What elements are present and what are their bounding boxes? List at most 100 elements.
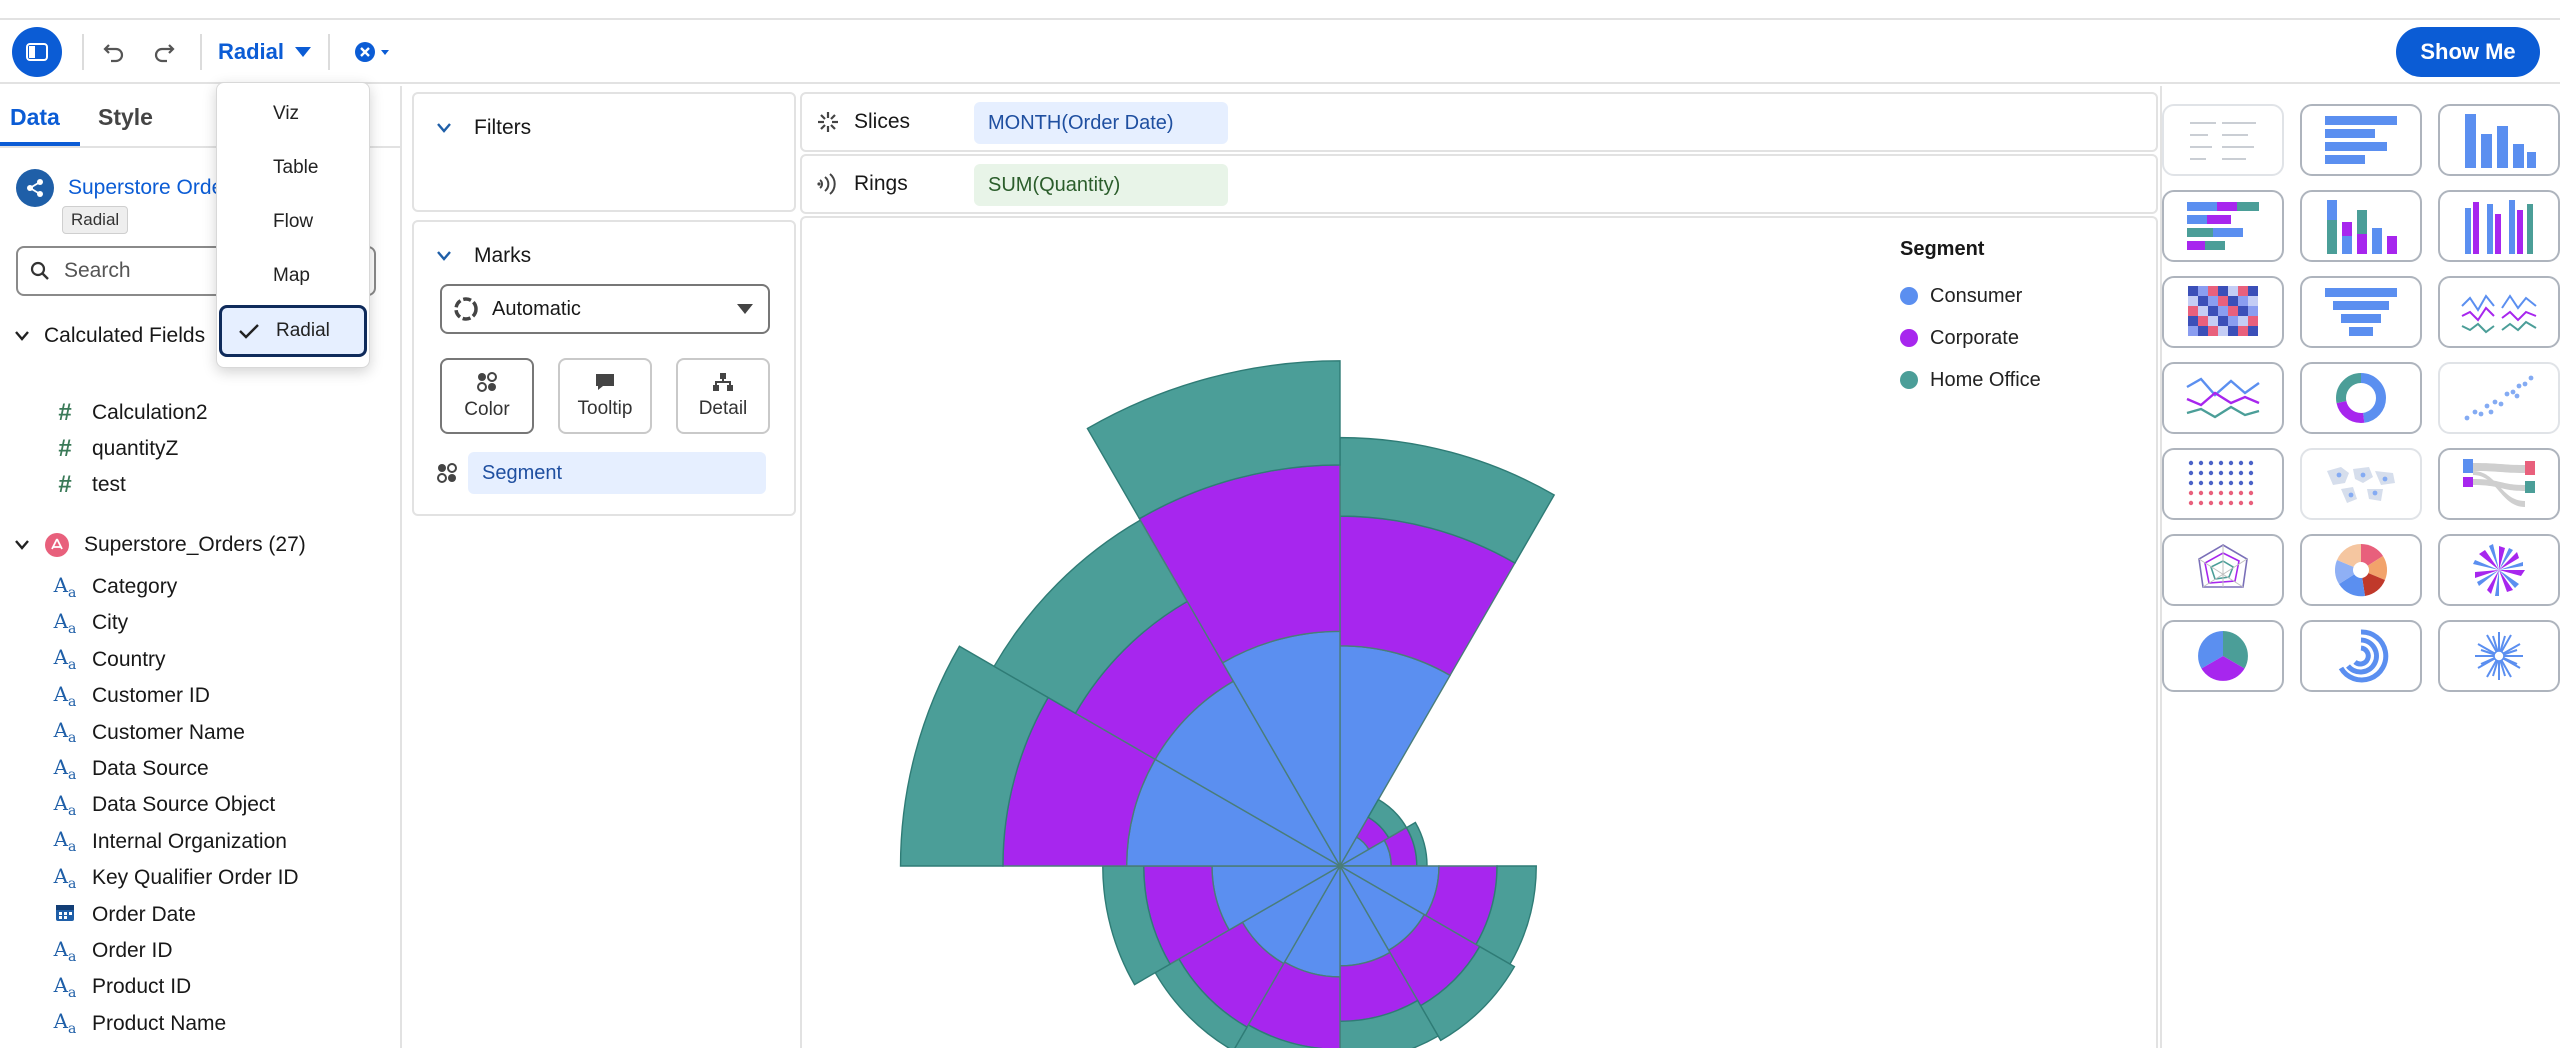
- tooltip-mark-button[interactable]: Tooltip: [558, 358, 652, 434]
- toolbar-divider: [82, 34, 84, 70]
- calculated-fields-title: Calculated Fields: [44, 324, 206, 347]
- viz-thumb-text-table[interactable]: [2162, 104, 2284, 176]
- undo-button[interactable]: [96, 34, 132, 70]
- viz-thumb-horizontal-bars[interactable]: [2300, 104, 2422, 176]
- menu-item-map[interactable]: Map: [273, 265, 310, 287]
- toolbar-divider: [200, 34, 202, 70]
- clear-menu-button[interactable]: [350, 34, 400, 70]
- calculated-fields-header[interactable]: Calculated Fields: [14, 324, 205, 348]
- filters-header[interactable]: Filters: [436, 116, 531, 140]
- field-item[interactable]: Aa Product ID: [52, 972, 192, 1002]
- field-label: Order ID: [92, 939, 173, 962]
- field-item[interactable]: Aa Customer Name: [52, 718, 245, 748]
- viz-thumb-stacked-vbars[interactable]: [2300, 190, 2422, 262]
- text-field-icon: Aa: [53, 972, 77, 1001]
- datasource-icon: [16, 169, 54, 207]
- multi-line-icon: [2461, 294, 2537, 334]
- viz-type-dropdown[interactable]: Radial: [218, 36, 312, 68]
- menu-item-radial-label: Radial: [276, 320, 330, 341]
- toggle-panel-button[interactable]: [12, 27, 62, 77]
- viz-thumb-scatter[interactable]: [2438, 362, 2560, 434]
- filters-card[interactable]: Filters: [412, 92, 796, 212]
- chart-canvas[interactable]: Segment Consumer Corporate Home Office: [800, 216, 2158, 1048]
- field-item[interactable]: # quantityZ: [52, 434, 178, 464]
- tab-style[interactable]: Style: [98, 104, 153, 131]
- viz-thumb-starburst[interactable]: [2438, 620, 2560, 692]
- field-item[interactable]: Aa Country: [52, 645, 166, 675]
- legend-swatch: [1900, 287, 1918, 305]
- scatter-icon: [2464, 375, 2534, 421]
- viz-thumb-radial-bar[interactable]: [2300, 620, 2422, 692]
- legend-item-consumer[interactable]: Consumer: [1900, 275, 2041, 317]
- viz-thumb-grouped-bars[interactable]: [2438, 190, 2560, 262]
- field-item[interactable]: Aa City: [52, 608, 129, 638]
- viz-thumb-radar[interactable]: [2162, 534, 2284, 606]
- segment-pill[interactable]: Segment: [468, 452, 766, 494]
- viz-thumb-sankey[interactable]: [2438, 448, 2560, 520]
- superstore-orders-header[interactable]: Superstore_Orders (27): [14, 532, 306, 558]
- datasource-selector[interactable]: Superstore Orde: [16, 168, 223, 208]
- color-mark-button[interactable]: Color: [440, 358, 534, 434]
- field-item[interactable]: # Calculation2: [52, 398, 208, 428]
- slices-shelf-label: Slices: [816, 110, 910, 134]
- field-item[interactable]: Aa Internal Organization: [52, 827, 287, 857]
- radial-bar-icon: [2338, 629, 2389, 683]
- text-field-icon: Aa: [53, 572, 77, 601]
- viz-thumb-heatmap[interactable]: [2162, 276, 2284, 348]
- legend-swatch: [1900, 329, 1918, 347]
- menu-item-viz[interactable]: Viz: [273, 103, 299, 125]
- menu-item-flow[interactable]: Flow: [273, 211, 313, 233]
- viz-thumb-polar-area[interactable]: [2300, 534, 2422, 606]
- marks-title: Marks: [474, 244, 532, 267]
- grouped-bar-icon: [2465, 200, 2533, 254]
- filters-title: Filters: [474, 116, 532, 139]
- viz-thumb-radial-burst[interactable]: [2438, 534, 2560, 606]
- clear-icon: [355, 42, 389, 62]
- field-item[interactable]: Aa Category: [52, 572, 178, 602]
- marks-header[interactable]: Marks: [436, 244, 531, 268]
- legend-item-corporate[interactable]: Corporate: [1900, 317, 2041, 359]
- tab-data[interactable]: Data: [10, 104, 60, 131]
- rings-field-pill[interactable]: SUM(Quantity): [974, 164, 1228, 206]
- viz-thumb-map[interactable]: [2300, 448, 2422, 520]
- viz-thumb-stacked-hbars[interactable]: [2162, 190, 2284, 262]
- slices-field-pill[interactable]: MONTH(Order Date): [974, 102, 1228, 144]
- detail-icon: [713, 373, 733, 391]
- field-item[interactable]: Aa Customer ID: [52, 681, 210, 711]
- toolbar-divider: [328, 34, 330, 70]
- rings-shelf: Rings SUM(Quantity): [800, 154, 2158, 214]
- viz-thumb-funnel[interactable]: [2300, 276, 2422, 348]
- legend-label: Home Office: [1930, 368, 2041, 391]
- field-item[interactable]: Aa Data Source Object: [52, 790, 276, 820]
- viz-thumb-donut[interactable]: [2300, 362, 2422, 434]
- superstore-orders-title: Superstore_Orders (27): [84, 533, 306, 556]
- chevron-down-icon: [15, 331, 29, 341]
- field-item[interactable]: Order Date: [52, 900, 196, 930]
- field-label: Data Source: [92, 757, 209, 780]
- redo-icon: [154, 44, 175, 63]
- menu-item-radial[interactable]: Radial: [219, 305, 367, 357]
- detail-mark-button[interactable]: Detail: [676, 358, 770, 434]
- filters-marks-column: Filters Marks Automatic Color Tooltip De…: [404, 86, 798, 1048]
- stacked-bar-icon: [2187, 202, 2259, 250]
- calendar-icon: [52, 901, 78, 928]
- viz-thumb-dot-matrix[interactable]: [2162, 448, 2284, 520]
- redo-button[interactable]: [146, 34, 182, 70]
- viz-thumb-line[interactable]: [2162, 362, 2284, 434]
- legend-item-home-office[interactable]: Home Office: [1900, 359, 2041, 401]
- viz-thumb-multi-line[interactable]: [2438, 276, 2560, 348]
- slices-icon: [818, 112, 838, 132]
- starburst-icon: [2475, 632, 2523, 680]
- viz-thumb-pie[interactable]: [2162, 620, 2284, 692]
- field-item[interactable]: Aa Product Name: [52, 1009, 227, 1039]
- field-item[interactable]: Aa Key Qualifier Order ID: [52, 863, 299, 893]
- field-item[interactable]: Aa Order ID: [52, 936, 173, 966]
- menu-item-table[interactable]: Table: [273, 157, 318, 179]
- show-me-button[interactable]: Show Me: [2396, 27, 2540, 77]
- slices-shelf: Slices MONTH(Order Date): [800, 92, 2158, 152]
- field-item[interactable]: # test: [52, 470, 126, 500]
- field-item[interactable]: Aa Data Source: [52, 754, 209, 784]
- mark-type-select[interactable]: Automatic: [440, 284, 770, 334]
- viz-thumb-vertical-bars[interactable]: [2438, 104, 2560, 176]
- field-label: Calculation2: [92, 401, 208, 424]
